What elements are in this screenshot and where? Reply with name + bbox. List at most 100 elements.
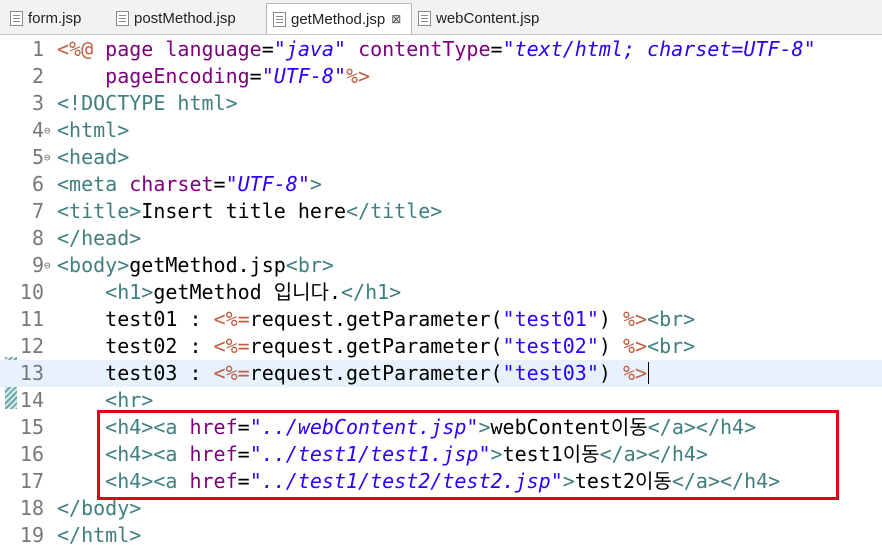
code-token: getMethod 입니다. (153, 280, 341, 304)
code-token: <br> (285, 253, 334, 277)
code-token: <%@ (57, 37, 106, 61)
jsp-file-icon (418, 11, 431, 26)
code-text: <title>Insert title here</title> (57, 198, 442, 225)
code-token: request.getParameter( (249, 307, 503, 331)
highlight-box (97, 410, 839, 500)
code-line[interactable]: 6 <meta charset="UTF-8"> (0, 171, 882, 198)
code-token: ) (598, 334, 623, 358)
code-token: Insert title here (141, 199, 346, 223)
code-token: = (490, 37, 503, 61)
fold-toggle-icon[interactable]: ⊖ (44, 252, 51, 279)
code-text: </head> (57, 225, 141, 252)
code-line[interactable]: 3 <!DOCTYPE html> (0, 90, 882, 117)
line-number: 12 (19, 334, 44, 358)
tab-webcontent-jsp[interactable]: webContent.jsp (412, 4, 552, 33)
line-number: 1 (31, 37, 44, 61)
code-line[interactable]: 7 <title>Insert title here</title> (0, 198, 882, 225)
line-number: 18 (19, 496, 44, 520)
code-text: <meta charset="UTF-8"> (57, 171, 322, 198)
code-token: ) (598, 361, 623, 385)
code-token: = (261, 37, 274, 61)
code-token: </h1> (341, 280, 402, 304)
code-token: test03 : (105, 361, 214, 385)
code-token: = (213, 172, 226, 196)
line-number: 3 (31, 91, 44, 115)
code-token: %> (622, 307, 648, 331)
code-token: <body> (57, 253, 130, 277)
code-token: <title> (57, 199, 142, 223)
code-line[interactable]: 1 <%@ page language="java" contentType="t… (0, 36, 882, 63)
line-number: 13 (19, 361, 44, 385)
code-text: </html> (57, 522, 141, 549)
code-token: <meta (57, 172, 130, 196)
code-line[interactable]: 8 </head> (0, 225, 882, 252)
code-line[interactable]: 5 ⊖ <head> (0, 144, 882, 171)
tab-getmethod-jsp[interactable]: getMethod.jsp ⊠ (266, 3, 412, 34)
code-token: request.getParameter( (249, 334, 503, 358)
line-number: 5 (31, 145, 44, 169)
code-token: <%= (213, 334, 250, 358)
tab-postmethod-jsp[interactable]: postMethod.jsp (110, 4, 266, 33)
code-token: </title> (346, 199, 443, 223)
code-token: "text/html; charset=UTF-8" (502, 37, 816, 61)
code-line[interactable]: 12 test02 : <%=request.getParameter("tes… (0, 333, 882, 360)
code-line[interactable]: 10 <h1>getMethod 입니다.</h1> (0, 279, 882, 306)
code-token: %> (622, 361, 648, 385)
line-number: 2 (31, 64, 44, 88)
code-token: getMethod.jsp (129, 253, 286, 277)
line-number: 19 (19, 523, 44, 547)
code-text: test01 : <%=request.getParameter("test01… (57, 306, 695, 333)
code-token: = (249, 64, 262, 88)
code-token: "test01" (502, 307, 599, 331)
code-token: </html> (57, 523, 142, 547)
code-text: <body>getMethod.jsp<br> (57, 252, 334, 279)
code-token: "test03" (502, 361, 599, 385)
code-token: "java" (273, 37, 347, 61)
code-token: test01 : (105, 307, 214, 331)
tab-label: webContent.jsp (436, 10, 540, 27)
code-text: <%@ page language="java" contentType="te… (57, 36, 816, 63)
code-token: "test02" (502, 334, 599, 358)
line-number: 15 (19, 415, 44, 439)
code-token: pageEncoding (105, 64, 250, 88)
code-text: test02 : <%=request.getParameter("test02… (57, 333, 695, 360)
line-number: 11 (19, 307, 44, 331)
code-line[interactable]: 19 </html> (0, 522, 882, 549)
code-token: <h1> (105, 280, 154, 304)
line-number: 8 (31, 226, 44, 250)
code-line[interactable]: 4 ⊖ <html> (0, 117, 882, 144)
line-number: 6 (31, 172, 44, 196)
code-line[interactable]: 2 pageEncoding="UTF-8"%> (0, 63, 882, 90)
line-number: 7 (31, 199, 44, 223)
code-text: test03 : <%=request.getParameter("test03… (57, 360, 650, 387)
code-line[interactable]: 13 test03 : <%=request.getParameter("tes… (0, 360, 882, 387)
code-token: language (165, 37, 262, 61)
code-line[interactable]: 11 test01 : <%=request.getParameter("tes… (0, 306, 882, 333)
code-token: "UTF-8" (225, 172, 310, 196)
close-tab-icon[interactable]: ⊠ (391, 12, 401, 26)
code-text: <head> (57, 144, 129, 171)
tab-form-jsp[interactable]: form.jsp (4, 4, 110, 33)
fold-toggle-icon[interactable]: ⊖ (44, 144, 51, 171)
tab-label: form.jsp (28, 10, 82, 27)
code-token: %> (622, 334, 648, 358)
fold-toggle-icon[interactable]: ⊖ (44, 117, 51, 144)
code-token: <br> (647, 334, 696, 358)
jsp-file-icon (116, 11, 129, 26)
tab-label: getMethod.jsp (291, 10, 386, 28)
code-token: page (105, 37, 166, 61)
tab-label: postMethod.jsp (134, 10, 236, 27)
code-text: <html> (57, 117, 129, 144)
text-cursor (648, 362, 650, 384)
code-text: <!DOCTYPE html> (57, 90, 238, 117)
code-token: "UTF-8" (261, 64, 347, 88)
code-editor[interactable]: 1 <%@ page language="java" contentType="t… (0, 35, 882, 554)
code-line[interactable]: 9 ⊖ <body>getMethod.jsp<br> (0, 252, 882, 279)
line-number: 17 (19, 469, 44, 493)
